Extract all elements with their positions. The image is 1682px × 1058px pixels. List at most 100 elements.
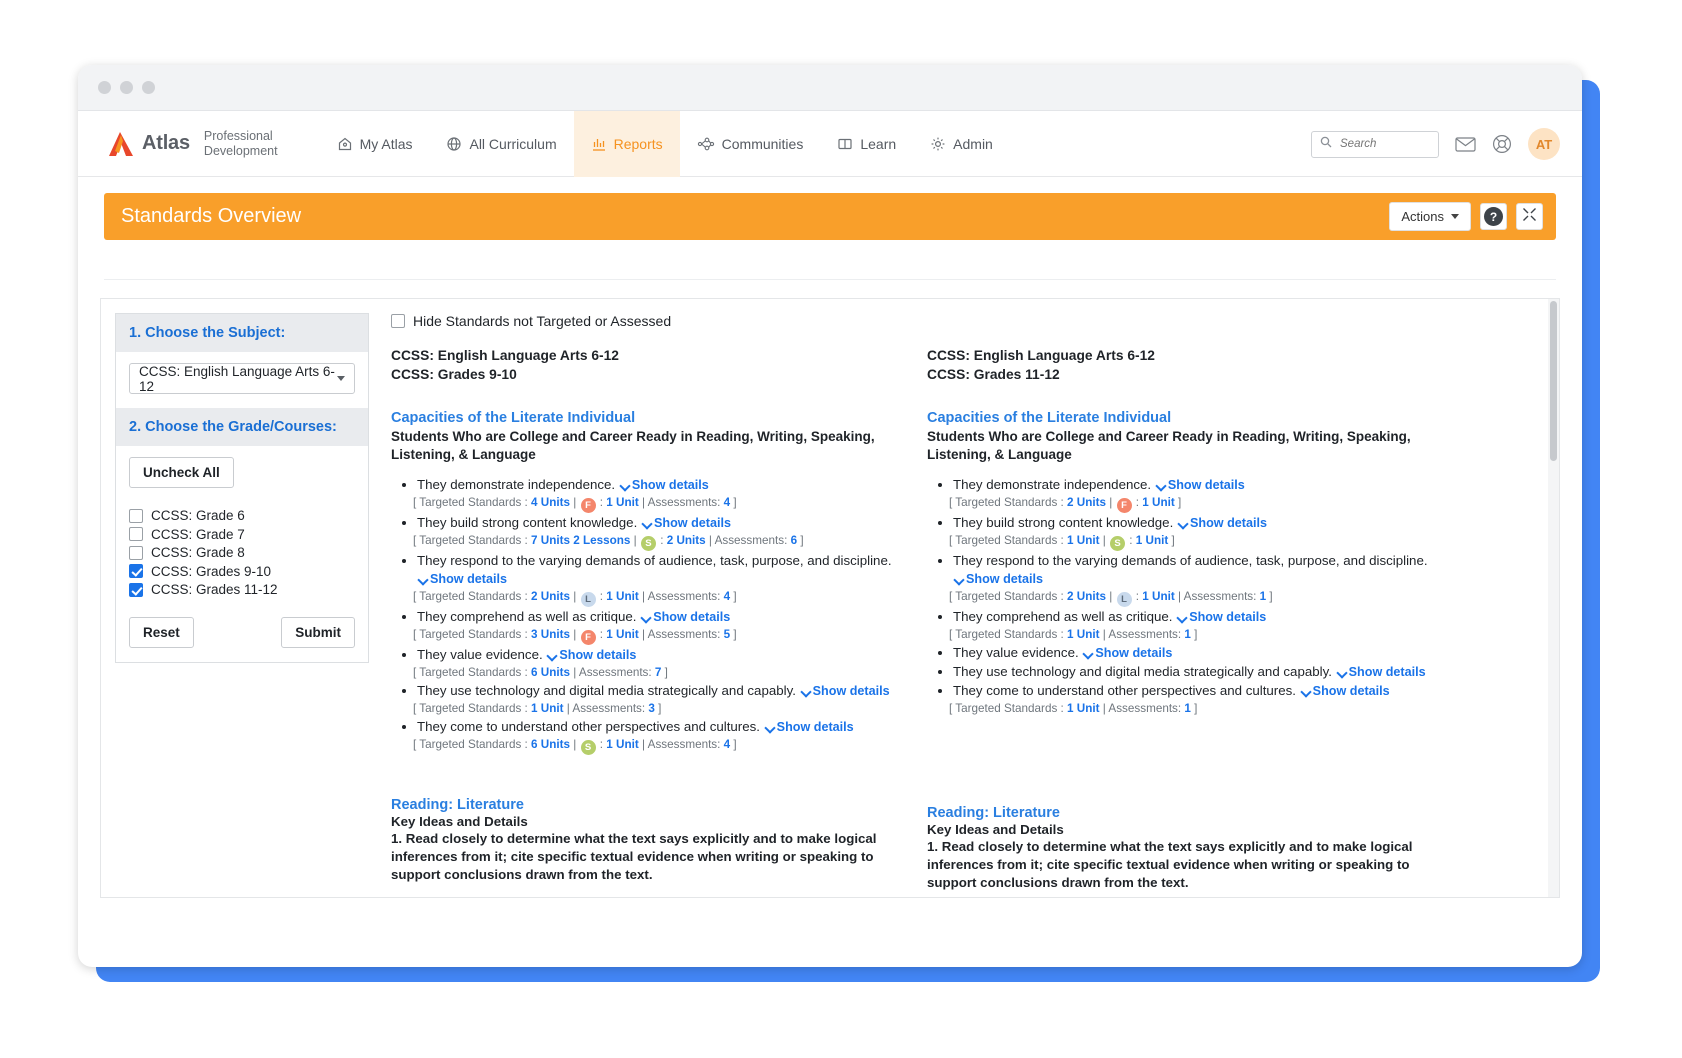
brand[interactable]: Atlas Professional Development xyxy=(104,129,278,159)
assessments-count[interactable]: 5 xyxy=(724,628,731,641)
section-title[interactable]: Capacities of the Literate Individual xyxy=(927,410,1435,426)
targeted-units[interactable]: 1 Unit xyxy=(531,702,563,715)
badge-units[interactable]: 1 Unit xyxy=(1136,534,1168,547)
assessments-count[interactable]: 3 xyxy=(648,702,655,715)
help-button[interactable]: ? xyxy=(1480,203,1507,230)
targeted-units[interactable]: 6 Units xyxy=(531,666,570,679)
targeted-units[interactable]: 1 Unit xyxy=(1067,628,1099,641)
nav-item-learn[interactable]: Learn xyxy=(820,111,913,177)
grade-checkbox[interactable] xyxy=(129,527,143,541)
grade-checkbox-row[interactable]: CCSS: Grade 8 xyxy=(129,545,355,560)
bullet-text: They come to understand other perspectiv… xyxy=(417,719,760,734)
actions-button[interactable]: Actions xyxy=(1389,202,1471,231)
nav-item-communities[interactable]: Communities xyxy=(680,111,821,177)
scrollbar-track[interactable] xyxy=(1548,299,1559,897)
header-right-zone: AT xyxy=(1311,111,1560,177)
search-input[interactable] xyxy=(1338,137,1430,151)
support-icon[interactable] xyxy=(1492,134,1512,154)
grade-checkbox-row[interactable]: CCSS: Grade 7 xyxy=(129,527,355,542)
grade-checkbox-row[interactable]: CCSS: Grades 11-12 xyxy=(129,582,355,597)
assessments-count[interactable]: 4 xyxy=(724,590,731,603)
assessments-count[interactable]: 1 xyxy=(1184,628,1191,641)
show-details-link[interactable]: Show details xyxy=(417,572,507,586)
badge-units[interactable]: 1 Unit xyxy=(606,628,638,641)
badge-units[interactable]: 1 Unit xyxy=(606,738,638,751)
assessments-label: Assessments: xyxy=(647,738,721,751)
assessments-count[interactable]: 1 xyxy=(1184,702,1191,715)
targeted-units[interactable]: 1 Unit xyxy=(1067,702,1099,715)
literature-subtitle: Key Ideas and Details xyxy=(927,822,1064,837)
targeted-units[interactable]: 2 Units xyxy=(1067,590,1106,603)
badge-f-icon: F xyxy=(580,630,596,645)
assessments-count[interactable]: 1 xyxy=(1260,590,1267,603)
assessments-count[interactable]: 6 xyxy=(791,534,798,547)
uncheck-all-button[interactable]: Uncheck All xyxy=(129,457,234,488)
window-close-dot[interactable] xyxy=(98,81,111,94)
show-details-link[interactable]: Show details xyxy=(1300,684,1390,698)
targeted-units[interactable]: 7 Units 2 Lessons xyxy=(531,534,630,547)
grade-checkbox[interactable] xyxy=(129,508,143,523)
grades-checklist: CCSS: Grade 6 CCSS: Grade 7 CCSS: Grade … xyxy=(129,508,355,597)
search-box[interactable] xyxy=(1311,130,1439,158)
standard-bullet: They demonstrate independence. Show deta… xyxy=(413,476,899,513)
targeted-units[interactable]: 6 Units xyxy=(531,738,570,751)
nav-item-reports[interactable]: Reports xyxy=(573,110,680,177)
badge-s-icon: S xyxy=(1110,536,1126,551)
nav-label: Learn xyxy=(860,135,897,152)
grade-checkbox[interactable] xyxy=(129,582,143,597)
targeted-units[interactable]: 1 Unit xyxy=(1067,534,1099,547)
reset-button[interactable]: Reset xyxy=(129,617,194,648)
targeted-units[interactable]: 2 Units xyxy=(1067,496,1106,509)
show-details-link[interactable]: Show details xyxy=(546,648,636,662)
badge-units[interactable]: 1 Unit xyxy=(1142,590,1174,603)
show-details-link[interactable]: Show details xyxy=(1335,665,1426,679)
assessments-count[interactable]: 7 xyxy=(655,666,662,679)
show-details-link[interactable]: Show details xyxy=(1177,516,1267,530)
nav-item-my-atlas[interactable]: My Atlas xyxy=(320,111,430,177)
subject-select[interactable]: CCSS: English Language Arts 6-12 xyxy=(129,363,355,394)
section-title[interactable]: Capacities of the Literate Individual xyxy=(391,410,899,426)
show-details-link[interactable]: Show details xyxy=(764,720,854,734)
assessments-count[interactable]: 4 xyxy=(724,738,731,751)
window-minimize-dot[interactable] xyxy=(120,81,133,94)
show-details-link[interactable]: Show details xyxy=(619,478,709,492)
nav-item-all-curriculum[interactable]: All Curriculum xyxy=(429,111,573,177)
show-details-link[interactable]: Show details xyxy=(641,516,731,530)
show-details-link[interactable]: Show details xyxy=(1082,646,1172,660)
show-details-link[interactable]: Show details xyxy=(799,684,890,698)
targeted-units[interactable]: 4 Units xyxy=(531,496,570,509)
hide-standards-row[interactable]: Hide Standards not Targeted or Assessed xyxy=(391,313,1539,329)
show-details-link[interactable]: Show details xyxy=(1155,478,1245,492)
fullscreen-button[interactable] xyxy=(1516,203,1543,230)
show-details-link[interactable]: Show details xyxy=(1176,610,1266,624)
grades-panel-title: 2. Choose the Grade/Courses: xyxy=(116,408,368,446)
grade-checkbox[interactable] xyxy=(129,545,143,560)
targeted-units[interactable]: 3 Units xyxy=(531,628,570,641)
badge-units[interactable]: 1 Unit xyxy=(1142,496,1174,509)
literature-title[interactable]: Reading: Literature xyxy=(391,797,899,813)
show-details-link[interactable]: Show details xyxy=(640,610,730,624)
avatar[interactable]: AT xyxy=(1528,128,1560,160)
show-details-label: Show details xyxy=(430,572,507,586)
grade-checkbox-row[interactable]: CCSS: Grades 9-10 xyxy=(129,564,355,579)
nav-item-admin[interactable]: Admin xyxy=(913,111,1010,177)
grade-checkbox-row[interactable]: CCSS: Grade 6 xyxy=(129,508,355,523)
mail-icon[interactable] xyxy=(1455,136,1476,153)
window-titlebar xyxy=(78,65,1582,111)
hide-standards-checkbox[interactable] xyxy=(391,314,405,328)
badge-units[interactable]: 2 Units xyxy=(667,534,706,547)
subject-select-value: CCSS: English Language Arts 6-12 xyxy=(139,363,335,394)
badge-units[interactable]: 1 Unit xyxy=(606,496,638,509)
show-details-link[interactable]: Show details xyxy=(953,572,1043,586)
window-maximize-dot[interactable] xyxy=(142,81,155,94)
submit-button[interactable]: Submit xyxy=(281,617,355,648)
badge-units[interactable]: 1 Unit xyxy=(606,590,638,603)
bullet-text: They comprehend as well as critique. xyxy=(417,609,637,624)
page-banner: Standards Overview Actions ? xyxy=(104,193,1556,240)
targeted-prefix: [ Targeted Standards : xyxy=(413,702,532,715)
assessments-count[interactable]: 4 xyxy=(724,496,731,509)
literature-title[interactable]: Reading: Literature xyxy=(927,805,1435,821)
scrollbar-thumb[interactable] xyxy=(1550,301,1557,461)
targeted-units[interactable]: 2 Units xyxy=(531,590,570,603)
grade-checkbox[interactable] xyxy=(129,564,143,578)
